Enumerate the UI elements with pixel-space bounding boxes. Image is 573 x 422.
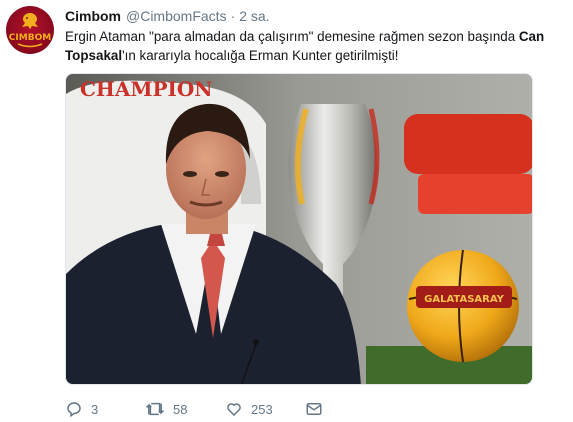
tweet[interactable]: CIMBOM Cimbom @CimbomFacts · 2 sa. Ergin… — [0, 0, 573, 422]
reply-count: 3 — [91, 401, 99, 417]
cimbom-logo: CIMBOM — [9, 13, 51, 48]
photo-illustration: GALATASARAY CHAMPION — [66, 74, 532, 384]
retweet-icon — [145, 402, 165, 416]
tweet-header: Cimbom @CimbomFacts · 2 sa. — [65, 8, 270, 26]
like-button[interactable]: 253 — [225, 400, 273, 418]
separator-dot: · — [230, 8, 236, 24]
retweet-button[interactable]: 58 — [145, 400, 187, 418]
tweet-text-part2: 'ın kararıyla hocalığa Erman Kunter geti… — [122, 48, 399, 63]
envelope-icon — [306, 403, 322, 415]
retweet-count: 58 — [173, 401, 188, 417]
reply-icon — [67, 402, 81, 418]
shirt-label: CHAMPION — [80, 77, 213, 101]
timestamp[interactable]: 2 sa. — [239, 8, 269, 24]
tweet-text: Ergin Ataman "para almadan da çalışırım"… — [65, 27, 565, 65]
heart-icon — [227, 403, 241, 417]
like-count: 253 — [251, 401, 273, 417]
avatar[interactable]: CIMBOM — [6, 6, 54, 54]
author-name[interactable]: Cimbom — [65, 8, 121, 24]
author-handle[interactable]: @CimbomFacts — [126, 8, 227, 24]
reply-button[interactable]: 3 — [65, 400, 98, 418]
ball-label: GALATASARAY — [424, 294, 504, 305]
tweet-text-part1: Ergin Ataman "para almadan da çalışırım"… — [65, 29, 519, 44]
svg-text:CIMBOM: CIMBOM — [9, 33, 51, 43]
tweet-photo[interactable]: GALATASARAY CHAMPION — [65, 73, 533, 385]
direct-message-button[interactable] — [305, 400, 323, 418]
